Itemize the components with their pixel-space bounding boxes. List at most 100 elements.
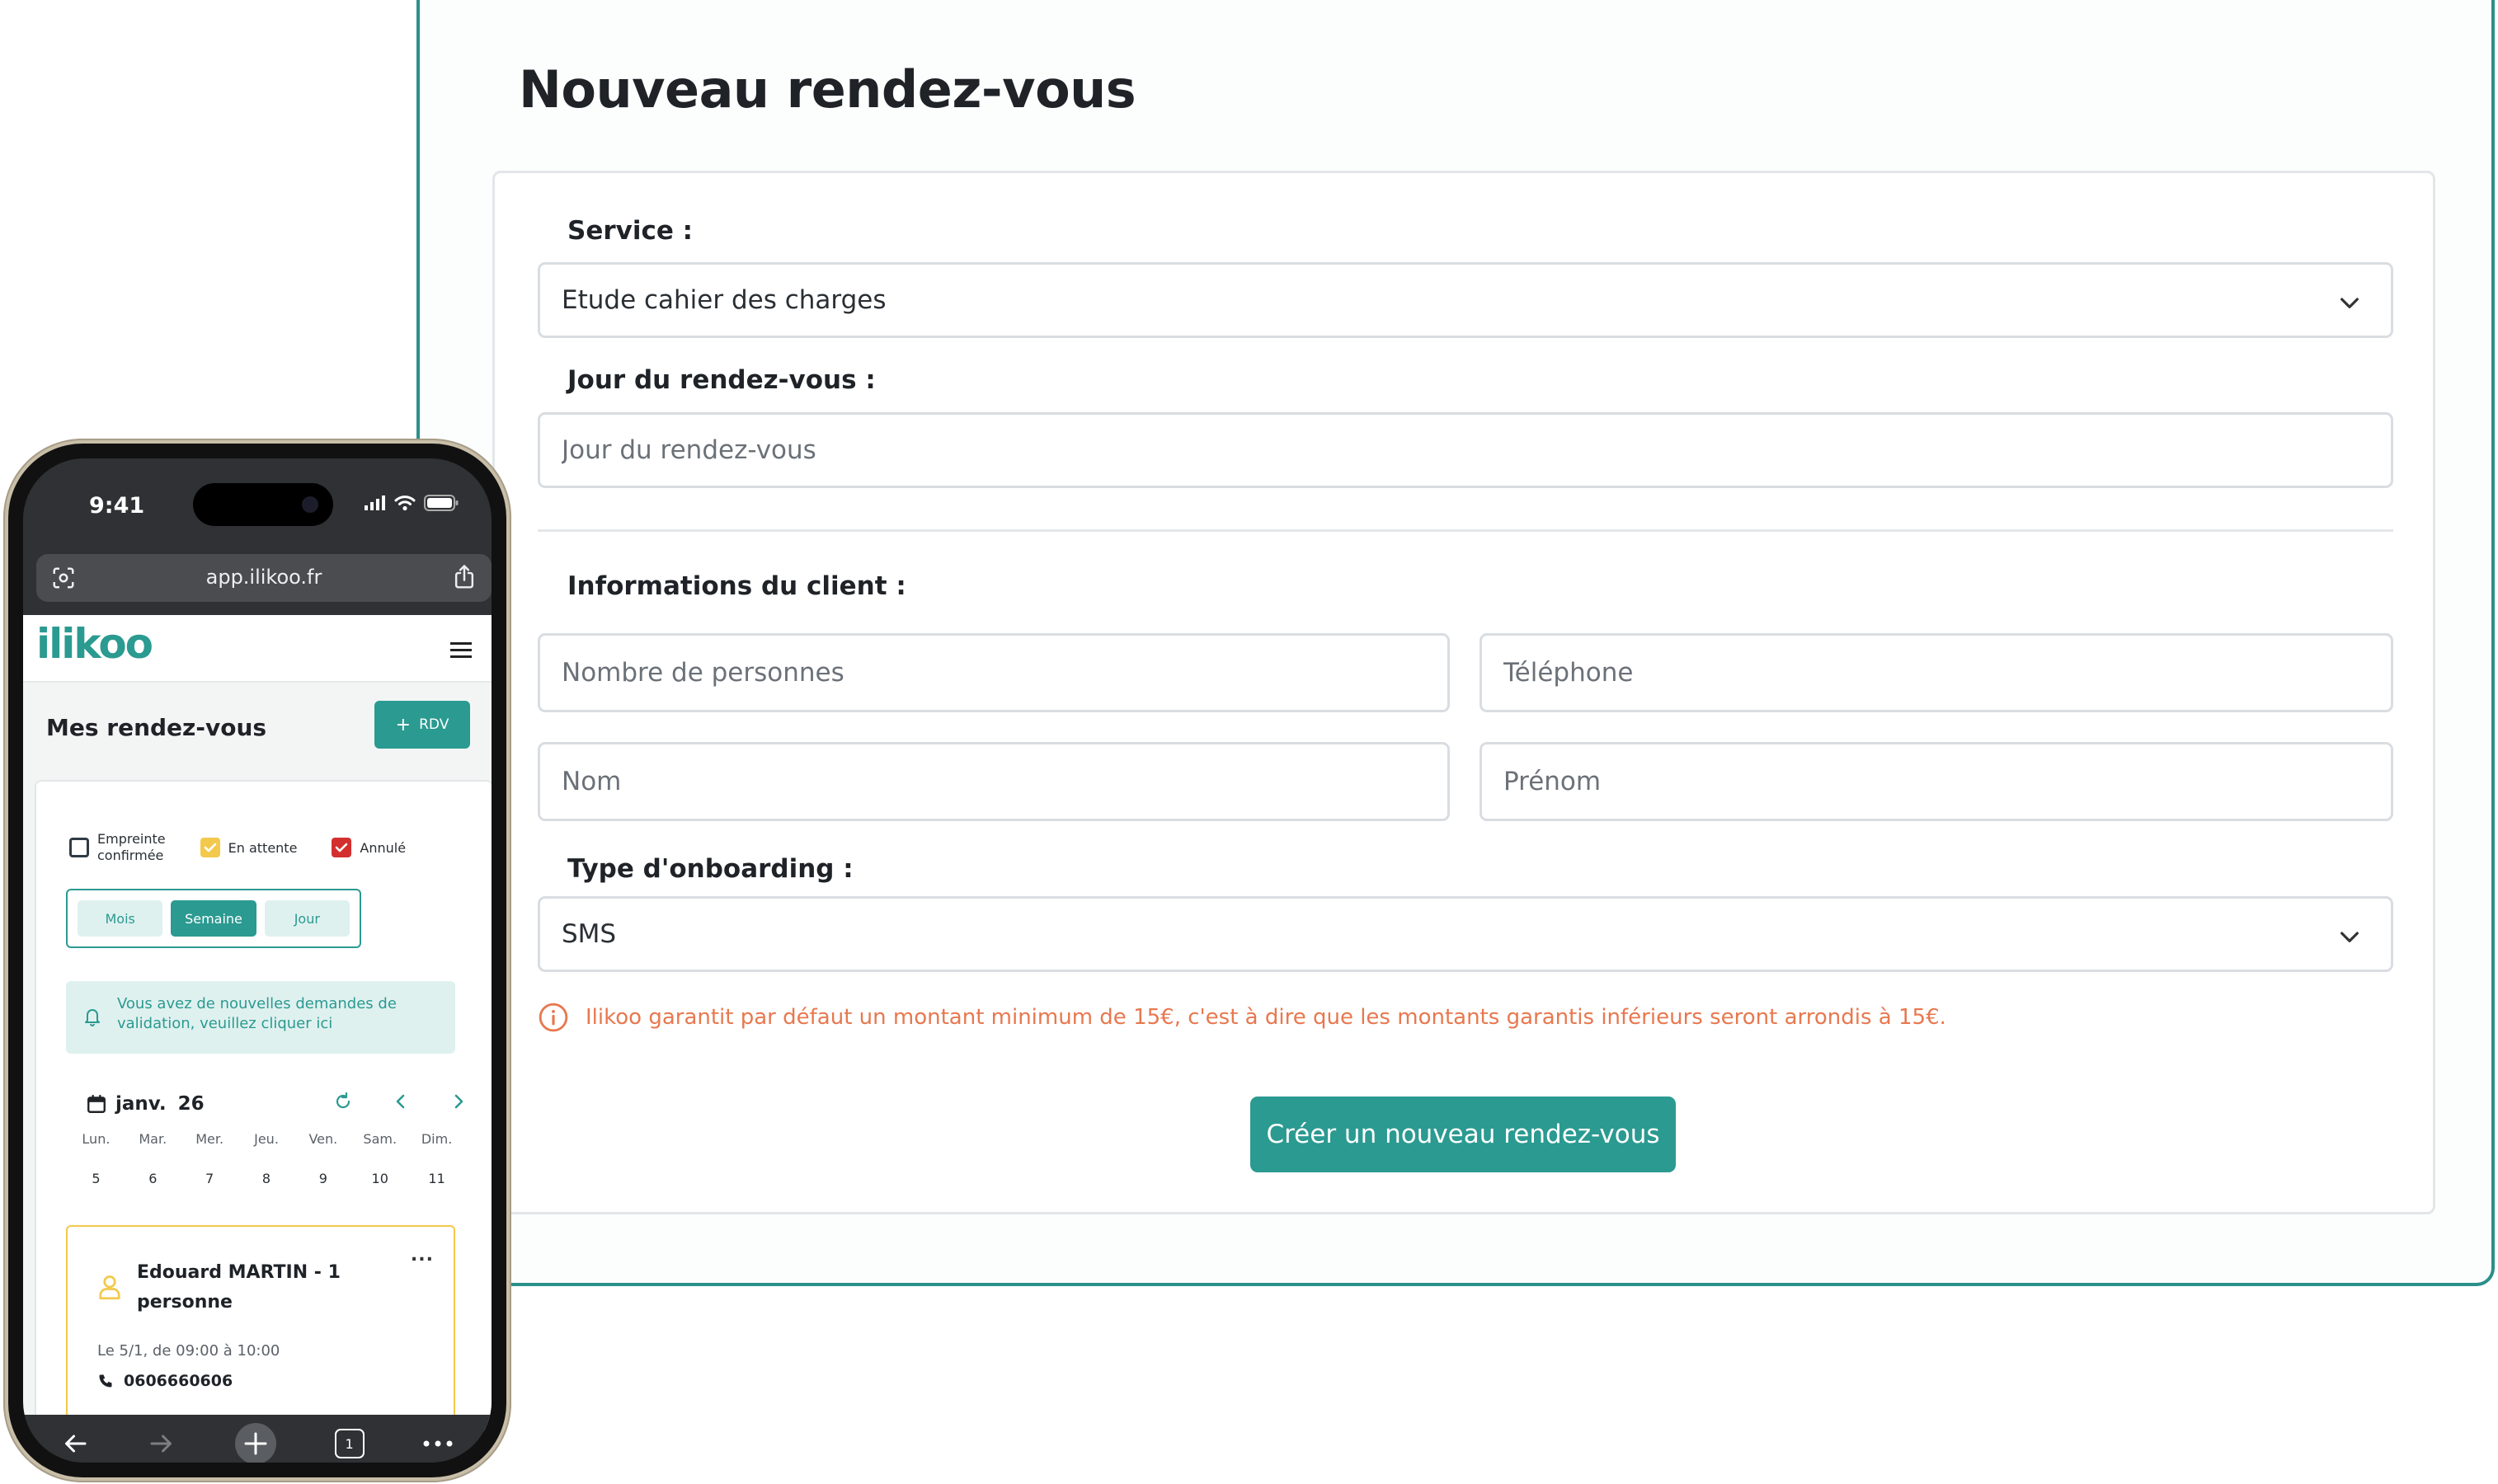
weekday: Sam. bbox=[363, 1131, 398, 1147]
service-label: Service : bbox=[567, 216, 694, 246]
calendar-card: Empreinte confirmée En attente Annulé Mo… bbox=[35, 780, 492, 1431]
page-title: Nouveau rendez-vous bbox=[519, 59, 1136, 120]
chevron-down-icon bbox=[2340, 932, 2359, 942]
plus-icon: + bbox=[395, 714, 412, 735]
status-icons bbox=[365, 495, 459, 511]
legend-pending: En attente bbox=[228, 839, 298, 856]
confirmed-checkbox[interactable] bbox=[69, 838, 89, 857]
wifi-icon bbox=[394, 495, 416, 511]
people-input[interactable] bbox=[562, 658, 1426, 688]
calendar-year: 26 bbox=[177, 1093, 205, 1115]
more-icon[interactable] bbox=[421, 1439, 454, 1449]
ilikoo-logo[interactable]: ilikoo bbox=[36, 620, 153, 668]
date-cell[interactable]: 5 bbox=[68, 1171, 125, 1186]
weekday: Ven. bbox=[308, 1131, 338, 1147]
weekday-row: Lun. Mar. Mer. Jeu. Ven. Sam. Dim. bbox=[68, 1131, 465, 1147]
refresh-icon[interactable] bbox=[333, 1092, 353, 1111]
client-info-label: Informations du client : bbox=[567, 571, 906, 601]
service-select[interactable]: Etude cahier des charges bbox=[538, 262, 2393, 338]
legend-confirmed-line2: confirmée bbox=[97, 848, 164, 863]
appointment-card[interactable]: Edouard MARTIN - 1 personne ... Le 5/1, … bbox=[66, 1225, 455, 1420]
weekday: Jeu. bbox=[254, 1131, 279, 1147]
day-field[interactable] bbox=[538, 412, 2393, 488]
weekday: Mar. bbox=[139, 1131, 167, 1147]
info-icon bbox=[539, 1003, 568, 1032]
cancelled-checkbox[interactable] bbox=[332, 838, 352, 857]
calendar-navigation bbox=[333, 1092, 468, 1111]
calendar-header: janv. 26 bbox=[86, 1093, 205, 1115]
divider bbox=[538, 529, 2393, 532]
new-tab-icon[interactable] bbox=[234, 1422, 277, 1463]
bell-icon bbox=[85, 1009, 100, 1026]
camera-icon bbox=[302, 496, 318, 513]
mobile-page: ilikoo Mes rendez-vous + RDV Empreinte c… bbox=[23, 615, 492, 1431]
chevron-right-icon[interactable] bbox=[449, 1092, 468, 1111]
phone-mockup: 9:41 app.ilikoo.fr ilikoo Mes rendez-vou… bbox=[3, 439, 511, 1482]
share-icon[interactable] bbox=[452, 564, 477, 590]
legend-cancelled: Annulé bbox=[360, 839, 407, 856]
browser-url: app.ilikoo.fr bbox=[205, 566, 322, 589]
date-cell[interactable]: 8 bbox=[238, 1171, 295, 1186]
person-icon bbox=[99, 1275, 120, 1300]
menu-icon[interactable] bbox=[449, 640, 473, 660]
calendar-icon bbox=[87, 1095, 106, 1113]
calendar-month: janv. bbox=[115, 1093, 167, 1115]
minimum-amount-warning: Ilikoo garantit par défaut un montant mi… bbox=[538, 1002, 1946, 1033]
onboarding-select[interactable]: SMS bbox=[538, 896, 2393, 972]
add-rdv-button[interactable]: + RDV bbox=[374, 701, 470, 749]
tab-count: 1 bbox=[345, 1435, 354, 1452]
appointment-phone[interactable]: 0606660606 bbox=[97, 1372, 233, 1390]
lastname-input[interactable] bbox=[562, 767, 1426, 796]
onboarding-value: SMS bbox=[562, 919, 617, 949]
weekday: Lun. bbox=[82, 1131, 111, 1147]
validation-notice[interactable]: Vous avez de nouvelles demandes de valid… bbox=[66, 981, 455, 1054]
forward-arrow-icon[interactable] bbox=[147, 1429, 176, 1458]
appointment-time: Le 5/1, de 09:00 à 10:00 bbox=[97, 1342, 280, 1360]
status-legend: Empreinte confirmée En attente Annulé bbox=[69, 831, 406, 864]
check-icon bbox=[204, 843, 216, 852]
create-appointment-button[interactable]: Créer un nouveau rendez-vous bbox=[1250, 1097, 1676, 1172]
mobile-app-bar: ilikoo bbox=[23, 615, 492, 683]
onboarding-label: Type d'onboarding : bbox=[567, 854, 854, 884]
tabs-button[interactable]: 1 bbox=[334, 1429, 365, 1458]
signal-icon bbox=[365, 495, 385, 510]
pending-checkbox[interactable] bbox=[200, 838, 220, 857]
dynamic-island bbox=[193, 483, 333, 526]
date-cell[interactable]: 7 bbox=[181, 1171, 238, 1186]
legend-confirmed-line1: Empreinte bbox=[97, 831, 166, 847]
day-input[interactable] bbox=[562, 435, 2369, 465]
lastname-field[interactable] bbox=[538, 742, 1450, 821]
date-cell[interactable]: 10 bbox=[351, 1171, 408, 1186]
rdv-button-label: RDV bbox=[419, 716, 449, 733]
weekday: Mer. bbox=[195, 1131, 224, 1147]
chevron-left-icon[interactable] bbox=[391, 1092, 411, 1111]
back-arrow-icon[interactable] bbox=[60, 1429, 90, 1458]
chevron-down-icon bbox=[2340, 298, 2359, 308]
people-field[interactable] bbox=[538, 633, 1450, 712]
appointment-name: Edouard MARTIN - 1 personne bbox=[137, 1262, 341, 1313]
phone-field[interactable] bbox=[1480, 633, 2393, 712]
date-cell[interactable]: 11 bbox=[408, 1171, 465, 1186]
date-cell[interactable]: 9 bbox=[294, 1171, 351, 1186]
desktop-panel: Nouveau rendez-vous Service : Etude cahi… bbox=[416, 0, 2495, 1286]
service-value: Etude cahier des charges bbox=[562, 285, 887, 315]
browser-toolbar: 1 bbox=[23, 1415, 492, 1463]
browser-url-bar[interactable]: app.ilikoo.fr bbox=[36, 554, 492, 602]
date-cell[interactable]: 6 bbox=[125, 1171, 181, 1186]
phone-icon bbox=[99, 1374, 112, 1388]
phone-input[interactable] bbox=[1503, 658, 2369, 688]
weekday: Dim. bbox=[421, 1131, 453, 1147]
battery-icon bbox=[424, 495, 459, 511]
phone-screen: 9:41 app.ilikoo.fr ilikoo Mes rendez-vou… bbox=[23, 458, 492, 1463]
date-row: 5 6 7 8 9 10 11 bbox=[68, 1171, 465, 1186]
more-options-icon[interactable]: ... bbox=[411, 1245, 434, 1266]
view-month-button[interactable]: Mois bbox=[78, 900, 163, 937]
firstname-input[interactable] bbox=[1503, 767, 2369, 796]
view-switcher: Mois Semaine Jour bbox=[66, 889, 361, 948]
day-label: Jour du rendez-vous : bbox=[567, 365, 876, 395]
check-icon bbox=[336, 843, 348, 852]
view-day-button[interactable]: Jour bbox=[264, 900, 350, 937]
firstname-field[interactable] bbox=[1480, 742, 2393, 821]
view-week-button[interactable]: Semaine bbox=[171, 900, 256, 937]
appointment-form: Service : Etude cahier des charges Jour … bbox=[492, 171, 2435, 1214]
